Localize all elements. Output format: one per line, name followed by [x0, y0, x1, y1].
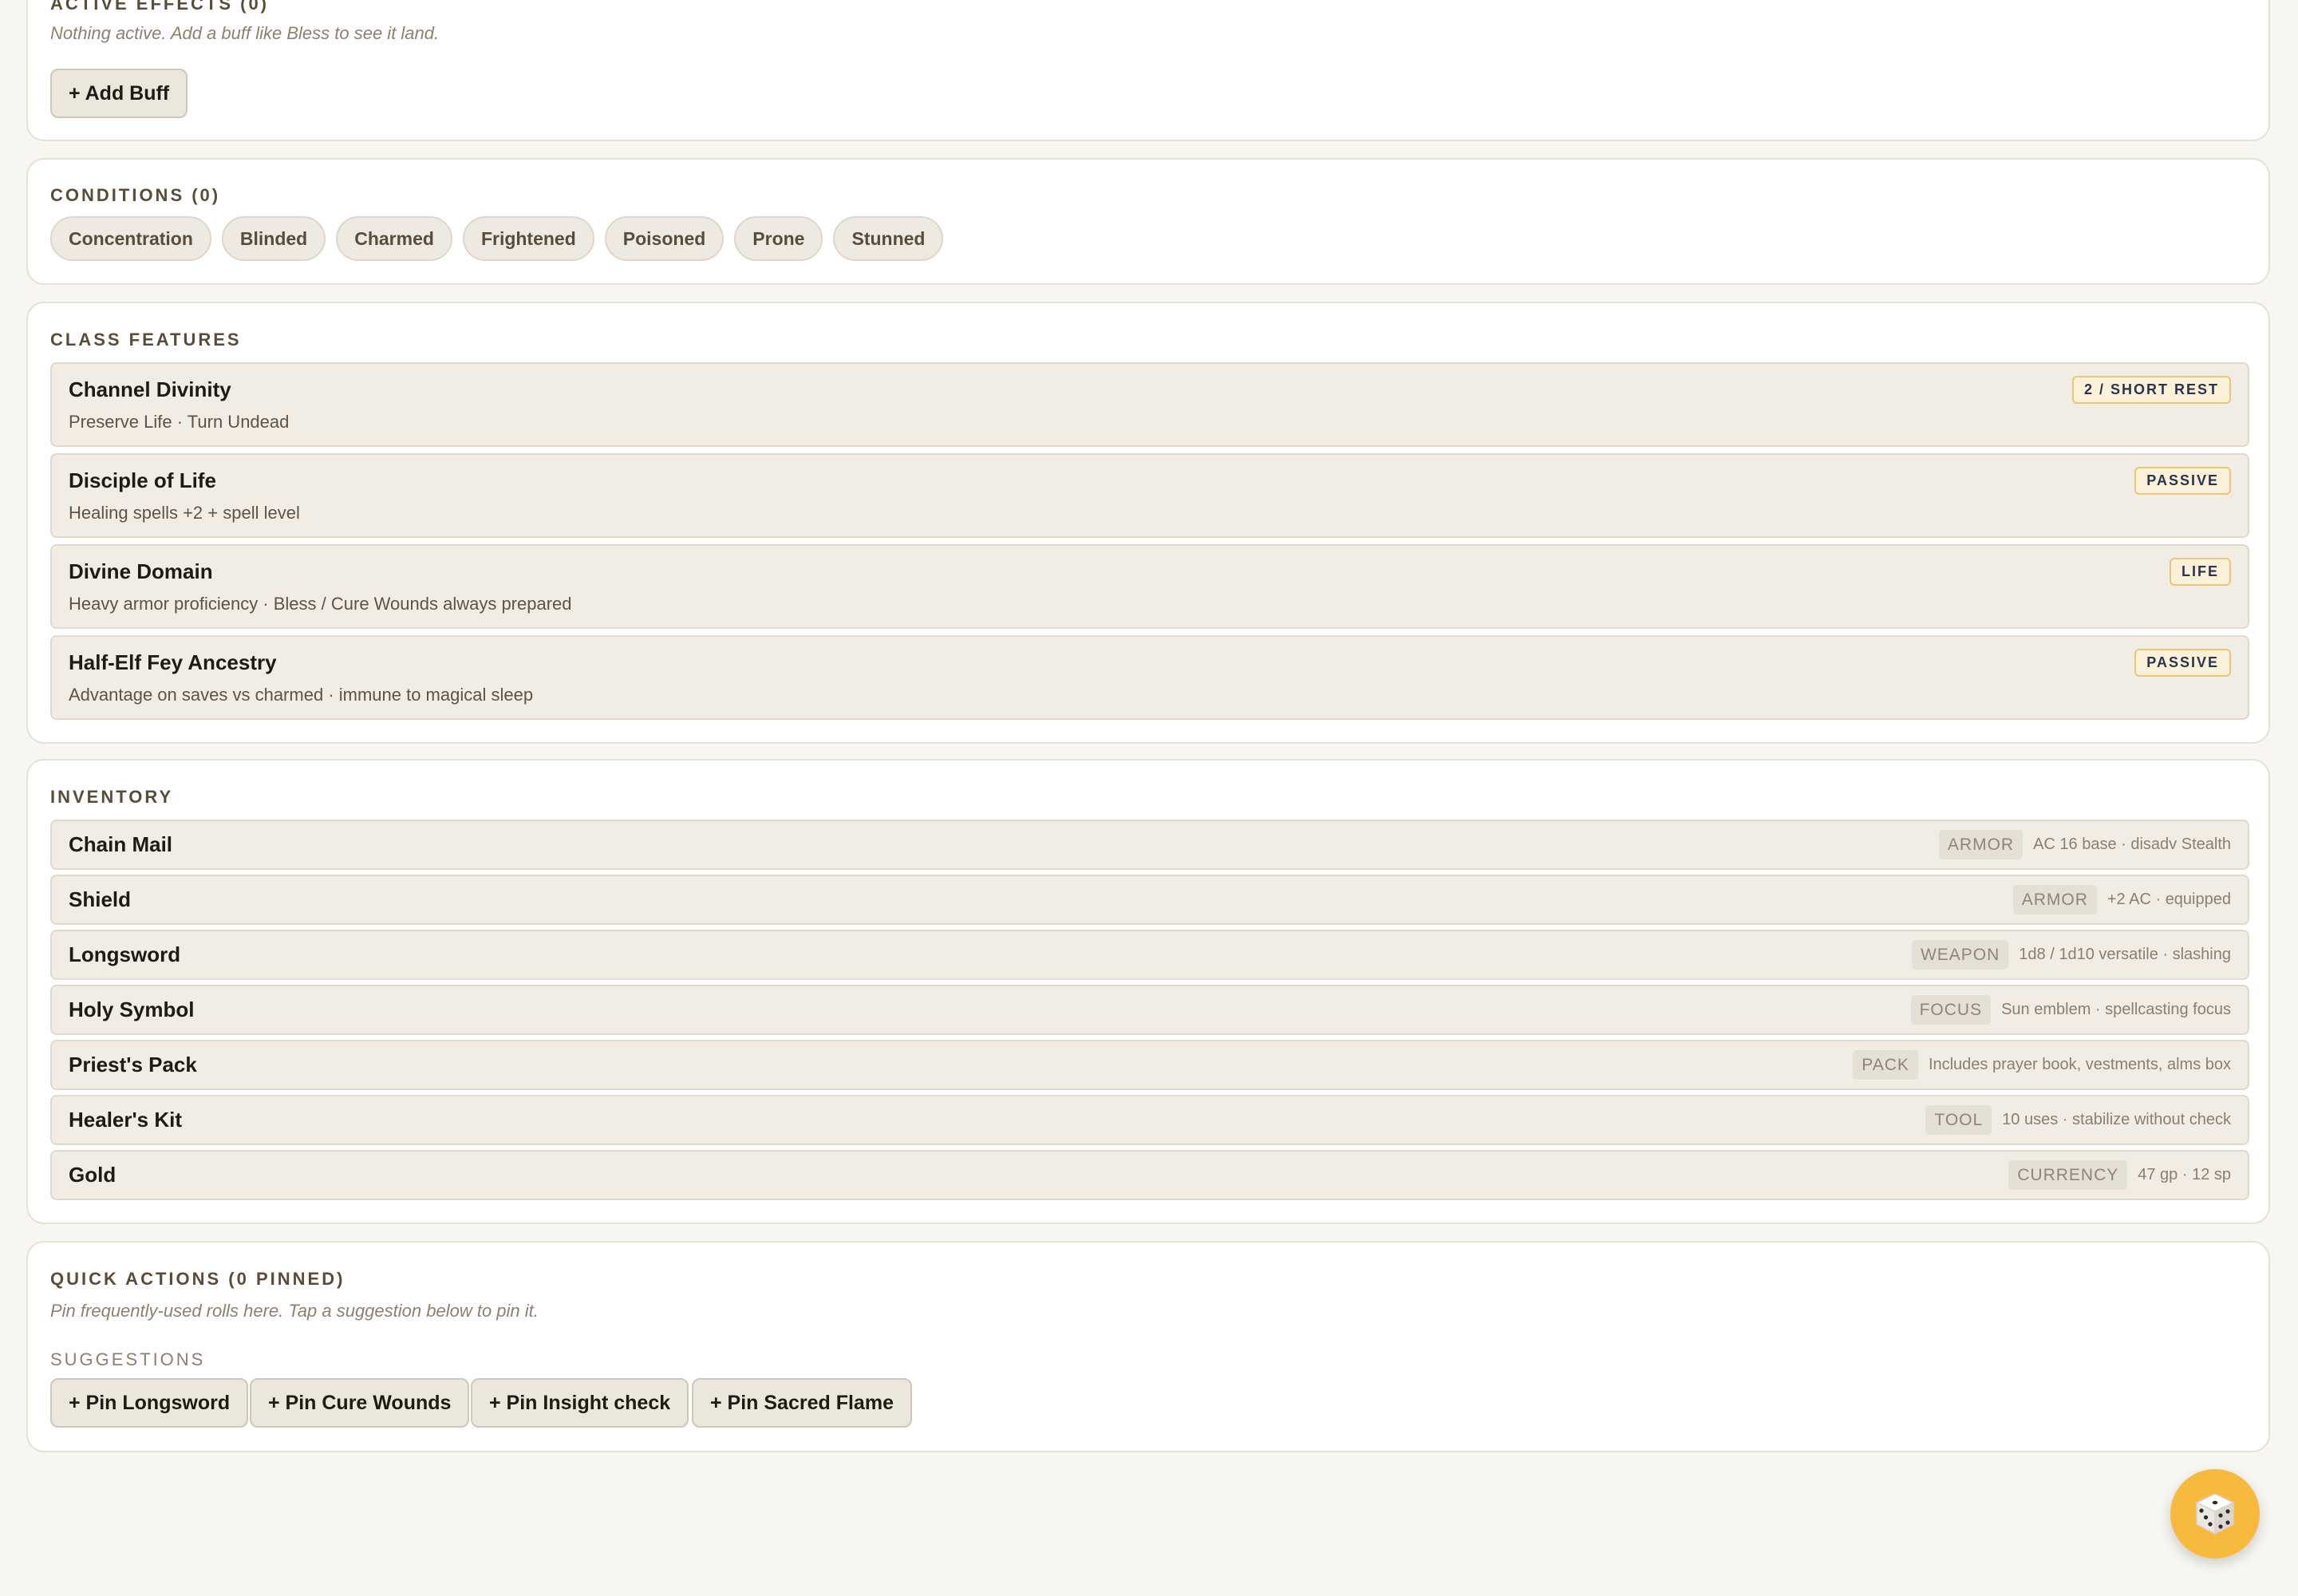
inventory-item-meta: TOOL 10 uses · stabilize without check [1925, 1096, 2231, 1144]
pin-insight-check-button[interactable]: + Pin Insight check [471, 1378, 689, 1428]
inventory-item-tag: ARMOR [1938, 830, 2024, 859]
feature-name: Half-Elf Fey Ancestry [69, 650, 277, 674]
pin-sacred-flame-button[interactable]: + Pin Sacred Flame [692, 1378, 912, 1428]
inventory-row[interactable]: Holy Symbol FOCUS Sun emblem · spellcast… [50, 985, 2249, 1035]
feature-description: Heavy armor proficiency · Bless / Cure W… [69, 594, 572, 614]
active-effects-title: Active Effects (0) [50, 0, 270, 14]
inventory-item-tag: FOCUS [1910, 995, 1992, 1025]
condition-chip-concentration[interactable]: Concentration [50, 216, 211, 261]
feature-name: Disciple of Life [69, 468, 216, 492]
pin-cure-wounds-button[interactable]: + Pin Cure Wounds [250, 1378, 470, 1428]
inventory-card: Inventory Chain Mail ARMOR AC 16 base · … [26, 759, 2270, 1224]
inventory-row[interactable]: Shield ARMOR +2 AC · equipped [50, 875, 2249, 925]
inventory-row[interactable]: Gold CURRENCY 47 gp · 12 sp [50, 1150, 2249, 1200]
feature-name: Divine Domain [69, 559, 213, 583]
inventory-item-description: Includes prayer book, vestments, alms bo… [1928, 1056, 2231, 1073]
condition-chip-prone[interactable]: Prone [734, 216, 823, 261]
feature-name: Channel Divinity [69, 377, 231, 401]
suggestions-label: SUGGESTIONS [50, 1349, 206, 1369]
feature-description: Advantage on saves vs charmed · immune t… [69, 685, 534, 705]
inventory-item-name: Gold [69, 1163, 116, 1187]
page: Active Effects (0) Nothing active. Add a… [0, 0, 2298, 1596]
inventory-title: Inventory [50, 787, 174, 807]
inventory-item-description: 47 gp · 12 sp [2138, 1166, 2231, 1183]
inventory-item-name: Healer's Kit [69, 1108, 183, 1132]
condition-chip-stunned[interactable]: Stunned [833, 216, 944, 261]
inventory-item-name: Holy Symbol [69, 998, 195, 1021]
quick-actions-title: Quick Actions (0 Pinned) [50, 1269, 345, 1289]
inventory-item-name: Priest's Pack [69, 1053, 197, 1077]
inventory-item-description: +2 AC · equipped [2106, 891, 2231, 908]
inventory-item-description: 1d8 / 1d10 versatile · slashing [2019, 946, 2231, 963]
inventory-item-meta: ARMOR AC 16 base · disadv Stealth [1938, 821, 2231, 868]
feature-row[interactable]: Channel Divinity Preserve Life · Turn Un… [50, 362, 2249, 447]
dice-roll-button[interactable] [2170, 1469, 2260, 1558]
class-features-title: Class Features [50, 330, 242, 350]
inventory-item-meta: CURRENCY 47 gp · 12 sp [2008, 1152, 2231, 1199]
inventory-item-meta: PACK Includes prayer book, vestments, al… [1853, 1041, 2231, 1088]
inventory-item-description: AC 16 base · disadv Stealth [2033, 836, 2231, 853]
active-effects-card: Active Effects (0) Nothing active. Add a… [26, 0, 2270, 141]
feature-badge: PASSIVE [2134, 649, 2231, 677]
inventory-item-tag: TOOL [1925, 1105, 1992, 1135]
conditions-title: Conditions (0) [50, 185, 221, 205]
inventory-row[interactable]: Longsword WEAPON 1d8 / 1d10 versatile · … [50, 930, 2249, 980]
inventory-item-tag: WEAPON [1911, 940, 2009, 970]
feature-description: Preserve Life · Turn Undead [69, 412, 290, 432]
inventory-row[interactable]: Healer's Kit TOOL 10 uses · stabilize wi… [50, 1095, 2249, 1145]
inventory-item-meta: ARMOR +2 AC · equipped [2012, 876, 2231, 923]
inventory-item-description: Sun emblem · spellcasting focus [2001, 1001, 2231, 1018]
class-features-card: Class Features Channel Divinity Preserve… [26, 302, 2270, 744]
feature-row[interactable]: Half-Elf Fey Ancestry Advantage on saves… [50, 635, 2249, 720]
inventory-item-description: 10 uses · stabilize without check [2002, 1111, 2231, 1128]
feature-badge: PASSIVE [2134, 467, 2231, 495]
feature-badge: 2 / SHORT REST [2071, 376, 2231, 404]
condition-chip-blinded[interactable]: Blinded [221, 216, 326, 261]
inventory-item-name: Longsword [69, 942, 181, 966]
add-buff-button[interactable]: + Add Buff [50, 69, 188, 118]
quick-actions-card: Quick Actions (0 Pinned) Pin frequently-… [26, 1241, 2270, 1452]
inventory-item-name: Shield [69, 887, 132, 911]
pin-longsword-button[interactable]: + Pin Longsword [50, 1378, 249, 1428]
condition-chip-charmed[interactable]: Charmed [336, 216, 452, 261]
conditions-card: Conditions (0) Concentration Blinded Cha… [26, 158, 2270, 285]
feature-description: Healing spells +2 + spell level [69, 503, 300, 523]
condition-chip-poisoned[interactable]: Poisoned [604, 216, 725, 261]
inventory-row[interactable]: Priest's Pack PACK Includes prayer book,… [50, 1040, 2249, 1090]
inventory-item-name: Chain Mail [69, 832, 173, 856]
feature-badge: LIFE [2170, 558, 2231, 586]
quick-actions-hint: Pin frequently-used rolls here. Tap a su… [50, 1301, 539, 1321]
inventory-item-meta: FOCUS Sun emblem · spellcasting focus [1910, 986, 2231, 1033]
dice-icon [2195, 1493, 2235, 1535]
feature-row[interactable]: Disciple of Life Healing spells +2 + spe… [50, 453, 2249, 538]
active-effects-empty-text: Nothing active. Add a buff like Bless to… [50, 23, 440, 43]
conditions-chip-row: Concentration Blinded Charmed Frightened… [50, 216, 944, 261]
inventory-item-tag: ARMOR [2012, 885, 2097, 915]
inventory-item-meta: WEAPON 1d8 / 1d10 versatile · slashing [1911, 931, 2231, 978]
inventory-row[interactable]: Chain Mail ARMOR AC 16 base · disadv Ste… [50, 820, 2249, 870]
feature-row[interactable]: Divine Domain Heavy armor proficiency · … [50, 544, 2249, 629]
inventory-item-tag: CURRENCY [2008, 1160, 2128, 1190]
condition-chip-frightened[interactable]: Frightened [462, 216, 594, 261]
inventory-item-tag: PACK [1853, 1050, 1918, 1080]
